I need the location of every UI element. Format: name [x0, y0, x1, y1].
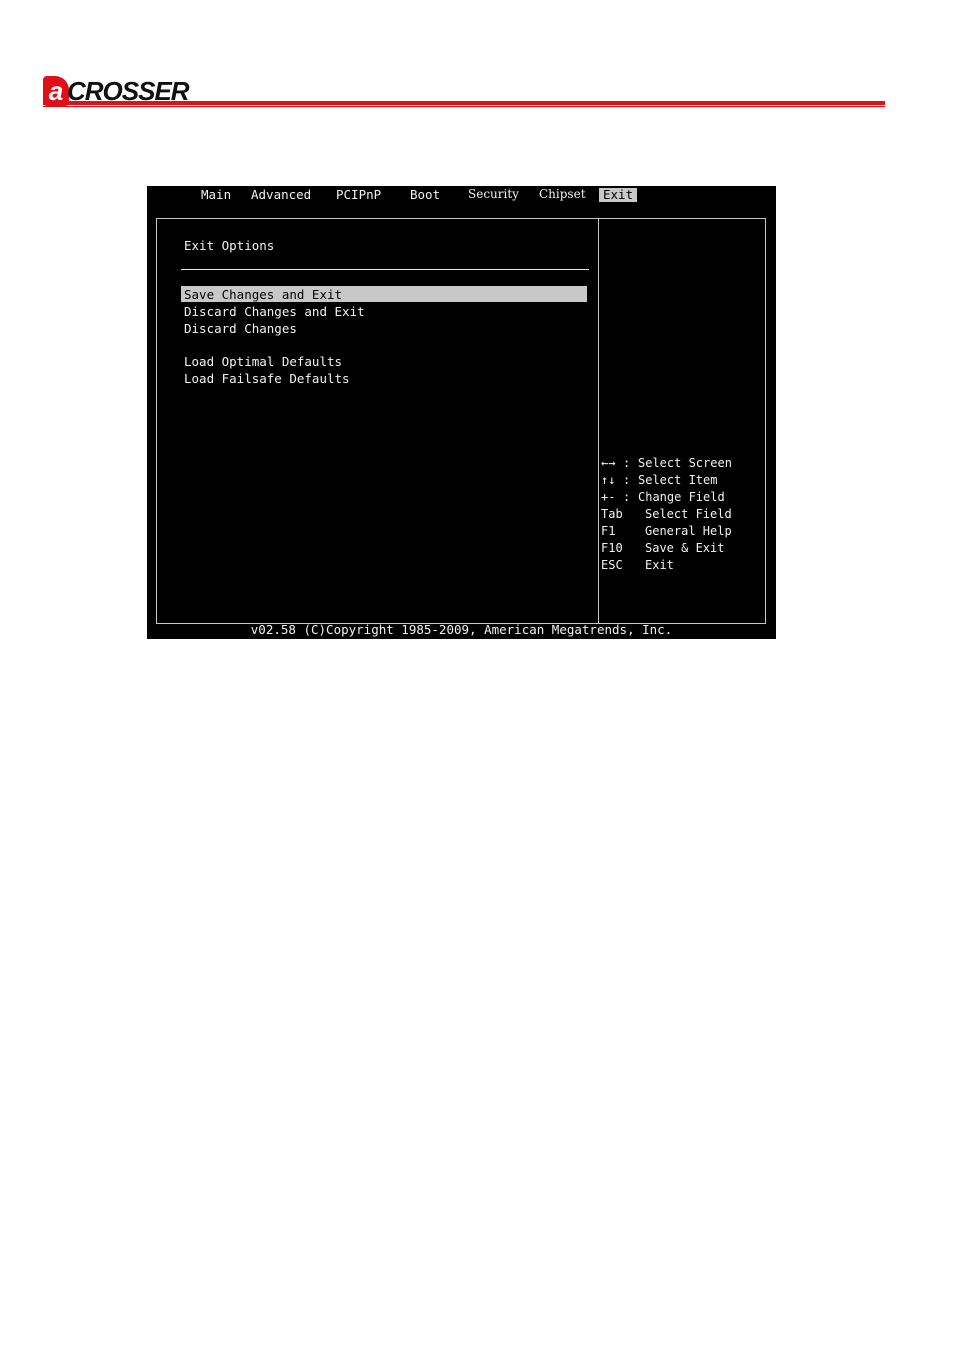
help-separator: :	[623, 490, 631, 504]
help-separator: :	[623, 473, 631, 487]
menu-item-discard-changes-and-exit[interactable]: Discard Changes and Exit	[184, 304, 365, 319]
help-key-left-right: ←→	[601, 456, 616, 470]
header-rule-thin	[43, 106, 885, 107]
bios-frame	[156, 218, 766, 624]
help-action-exit: Exit	[645, 558, 674, 572]
help-action-change-field: Change Field	[638, 490, 725, 504]
help-action-select-field: Select Field	[645, 507, 732, 521]
tab-security[interactable]: Security	[468, 187, 519, 201]
menu-item-load-optimal-defaults[interactable]: Load Optimal Defaults	[184, 354, 342, 369]
tab-chipset[interactable]: Chipset	[539, 187, 586, 201]
help-key-tab: Tab	[601, 507, 623, 521]
help-separator: :	[623, 456, 631, 470]
bios-screen: Main Advanced PCIPnP Boot Security Chips…	[147, 186, 776, 639]
section-title: Exit Options	[184, 238, 275, 253]
help-action-select-screen: Select Screen	[638, 456, 732, 470]
help-action-save-exit: Save & Exit	[645, 541, 725, 555]
tab-boot[interactable]: Boot	[410, 188, 440, 202]
help-key-plus-minus: +-	[601, 490, 616, 504]
help-action-select-item: Select Item	[638, 473, 718, 487]
help-key-f1: F1	[601, 524, 616, 538]
tab-main[interactable]: Main	[201, 188, 231, 202]
copyright-footer: v02.58 (C)Copyright 1985-2009, American …	[250, 622, 673, 637]
tab-pcipnp[interactable]: PCIPnP	[336, 188, 381, 202]
help-action-general-help: General Help	[645, 524, 732, 538]
menu-item-save-changes-and-exit[interactable]: Save Changes and Exit	[184, 287, 342, 302]
header-rule	[43, 101, 885, 105]
tab-exit[interactable]: Exit	[599, 188, 638, 202]
section-divider	[181, 269, 589, 270]
help-panel-divider	[598, 218, 599, 623]
menu-item-load-failsafe-defaults[interactable]: Load Failsafe Defaults	[184, 371, 350, 386]
tab-advanced[interactable]: Advanced	[251, 188, 311, 202]
help-key-up-down: ↑↓	[601, 473, 616, 487]
menu-item-discard-changes[interactable]: Discard Changes	[184, 321, 297, 336]
help-key-f10: F10	[601, 541, 623, 555]
help-key-esc: ESC	[601, 558, 623, 572]
